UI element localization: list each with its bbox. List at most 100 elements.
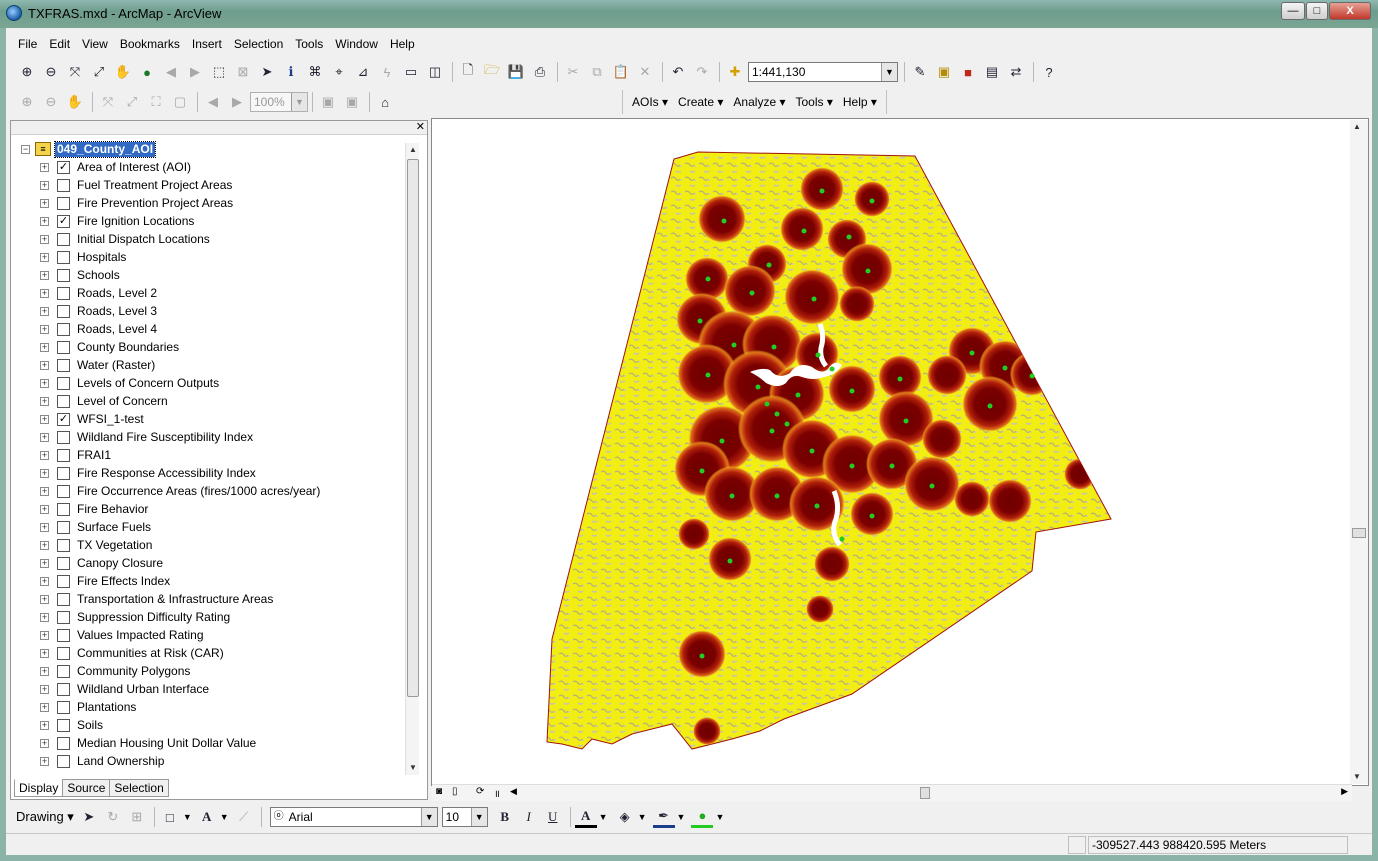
rectangle-icon[interactable]: □	[159, 806, 181, 828]
layer-visibility-checkbox[interactable]	[57, 485, 70, 498]
aoi-menu-help[interactable]: Help ▾	[838, 92, 882, 112]
layer-row[interactable]: + Wildland Fire Susceptibility Index	[11, 429, 406, 447]
chevron-down-icon[interactable]: ▼	[677, 812, 686, 822]
bold-button[interactable]: B	[494, 806, 516, 828]
fill-color-bucket-icon[interactable]: ◈	[614, 806, 636, 828]
layout-pan-icon[interactable]: ✋	[64, 91, 86, 113]
select-features-icon[interactable]: ⬚	[208, 61, 230, 83]
python-window-icon[interactable]: ▤	[981, 61, 1003, 83]
expand-icon[interactable]: +	[40, 595, 49, 604]
layer-name[interactable]: Fire Behavior	[77, 502, 148, 517]
find-binoculars-icon[interactable]: ⌘	[304, 61, 326, 83]
layer-row[interactable]: + ✓ WFSI_1-test	[11, 411, 406, 429]
layer-name[interactable]: Community Polygons	[77, 664, 190, 679]
layer-name[interactable]: Initial Dispatch Locations	[77, 232, 210, 247]
chevron-down-icon[interactable]: ▼	[220, 812, 229, 822]
chevron-down-icon[interactable]: ▼	[638, 812, 647, 822]
layer-row[interactable]: + Fire Behavior	[11, 501, 406, 519]
layer-row[interactable]: + Level of Concern	[11, 393, 406, 411]
layer-name[interactable]: Values Impacted Rating	[77, 628, 204, 643]
layer-row[interactable]: + Roads, Level 3	[11, 303, 406, 321]
tab-selection[interactable]: Selection	[109, 779, 169, 797]
menu-selection[interactable]: Selection	[228, 34, 289, 54]
layer-visibility-checkbox[interactable]	[57, 341, 70, 354]
layer-name[interactable]: County Boundaries	[77, 340, 179, 355]
layer-row[interactable]: + ✓ Area of Interest (AOI)	[11, 159, 406, 177]
layer-visibility-checkbox[interactable]	[57, 629, 70, 642]
layout-fixed-zoom-out-icon[interactable]: ⤢	[121, 91, 143, 113]
toggle-draft-mode-icon[interactable]: ▣	[317, 91, 339, 113]
menu-bookmarks[interactable]: Bookmarks	[114, 34, 186, 54]
layer-row[interactable]: + Fire Prevention Project Areas	[11, 195, 406, 213]
expand-icon[interactable]: +	[40, 235, 49, 244]
chevron-down-icon[interactable]: ▼	[599, 812, 608, 822]
paste-icon[interactable]: 📋	[610, 61, 632, 83]
expand-icon[interactable]: +	[40, 343, 49, 352]
expand-icon[interactable]: +	[40, 289, 49, 298]
aoi-menu-tools[interactable]: Tools ▾	[790, 92, 837, 112]
expand-icon[interactable]: +	[40, 181, 49, 190]
scroll-down-icon[interactable]: ▼	[406, 761, 420, 775]
layer-name[interactable]: Water (Raster)	[77, 358, 155, 373]
back-extent-icon[interactable]: ◀	[160, 61, 182, 83]
menu-insert[interactable]: Insert	[186, 34, 228, 54]
layer-name[interactable]: TX Vegetation	[77, 538, 152, 553]
scroll-right-icon[interactable]: ▶	[1341, 786, 1348, 797]
scroll-thumb[interactable]	[407, 159, 419, 697]
fixed-zoom-out-icon[interactable]: ⤢	[88, 61, 110, 83]
expand-icon[interactable]: +	[40, 217, 49, 226]
expand-icon[interactable]: +	[40, 667, 49, 676]
menu-tools[interactable]: Tools	[289, 34, 329, 54]
layout-back-icon[interactable]: ◀	[202, 91, 224, 113]
undo-icon[interactable]: ↶	[667, 61, 689, 83]
layer-name[interactable]: Fire Response Accessibility Index	[77, 466, 256, 481]
save-icon[interactable]: 💾	[505, 61, 527, 83]
measure-icon[interactable]: ⊿	[352, 61, 374, 83]
expand-icon[interactable]: +	[40, 541, 49, 550]
rotate-icon[interactable]: ↻	[102, 806, 124, 828]
layer-visibility-checkbox[interactable]: ✓	[57, 413, 70, 426]
map-scale-combo[interactable]: 1:441,130 ▼	[748, 62, 898, 82]
layer-name[interactable]: Fire Effects Index	[77, 574, 170, 589]
layer-name[interactable]: Area of Interest (AOI)	[77, 160, 191, 175]
layer-row[interactable]: + Fuel Treatment Project Areas	[11, 177, 406, 195]
chevron-down-icon[interactable]: ▼	[291, 93, 307, 111]
layer-visibility-checkbox[interactable]	[57, 665, 70, 678]
zoom-whole-page-icon[interactable]: ⤧	[97, 91, 119, 113]
select-elements-arrow-icon[interactable]: ➤	[78, 806, 100, 828]
layer-name[interactable]: Fuel Treatment Project Areas	[77, 178, 232, 193]
full-extent-globe-icon[interactable]: ●	[136, 61, 158, 83]
layer-name[interactable]: Levels of Concern Outputs	[77, 376, 219, 391]
pause-drawing-icon[interactable]: ॥	[494, 786, 500, 800]
expand-icon[interactable]: +	[40, 451, 49, 460]
layer-visibility-checkbox[interactable]	[57, 557, 70, 570]
tab-source[interactable]: Source	[62, 779, 111, 797]
expand-icon[interactable]: +	[40, 649, 49, 658]
expand-icon[interactable]: +	[40, 379, 49, 388]
cut-icon[interactable]: ✂	[562, 61, 584, 83]
layer-row[interactable]: + FRAI1	[11, 447, 406, 465]
layer-row[interactable]: + Communities at Risk (CAR)	[11, 645, 406, 663]
layer-visibility-checkbox[interactable]	[57, 467, 70, 480]
layer-row[interactable]: + Wildland Urban Interface	[11, 681, 406, 699]
layer-visibility-checkbox[interactable]	[57, 179, 70, 192]
scroll-down-icon[interactable]: ▼	[1350, 770, 1364, 784]
expand-icon[interactable]: +	[40, 703, 49, 712]
tab-display[interactable]: Display	[14, 779, 64, 797]
layer-name[interactable]: Roads, Level 4	[77, 322, 157, 337]
font-size-combo[interactable]: 10 ▼	[441, 807, 488, 827]
layout-view-icon[interactable]: ▯	[452, 786, 458, 797]
layer-name[interactable]: Fire Prevention Project Areas	[77, 196, 233, 211]
layer-visibility-checkbox[interactable]	[57, 719, 70, 732]
line-color-pen-icon[interactable]: ✒	[652, 806, 675, 828]
layer-visibility-checkbox[interactable]	[57, 431, 70, 444]
edit-vertices-icon[interactable]: ⟋	[233, 806, 255, 828]
expand-icon[interactable]: +	[40, 739, 49, 748]
redo-icon[interactable]: ↷	[691, 61, 713, 83]
layer-row[interactable]: + Schools	[11, 267, 406, 285]
zoom-100-icon[interactable]: ▢	[169, 91, 191, 113]
layer-visibility-checkbox[interactable]	[57, 197, 70, 210]
refresh-icon[interactable]: ⟳	[476, 786, 484, 797]
map-horizontal-scrollbar[interactable]: ◙ ▯ ⟳ ॥ ◀ ▶	[432, 784, 1352, 801]
expand-icon[interactable]: +	[40, 613, 49, 622]
